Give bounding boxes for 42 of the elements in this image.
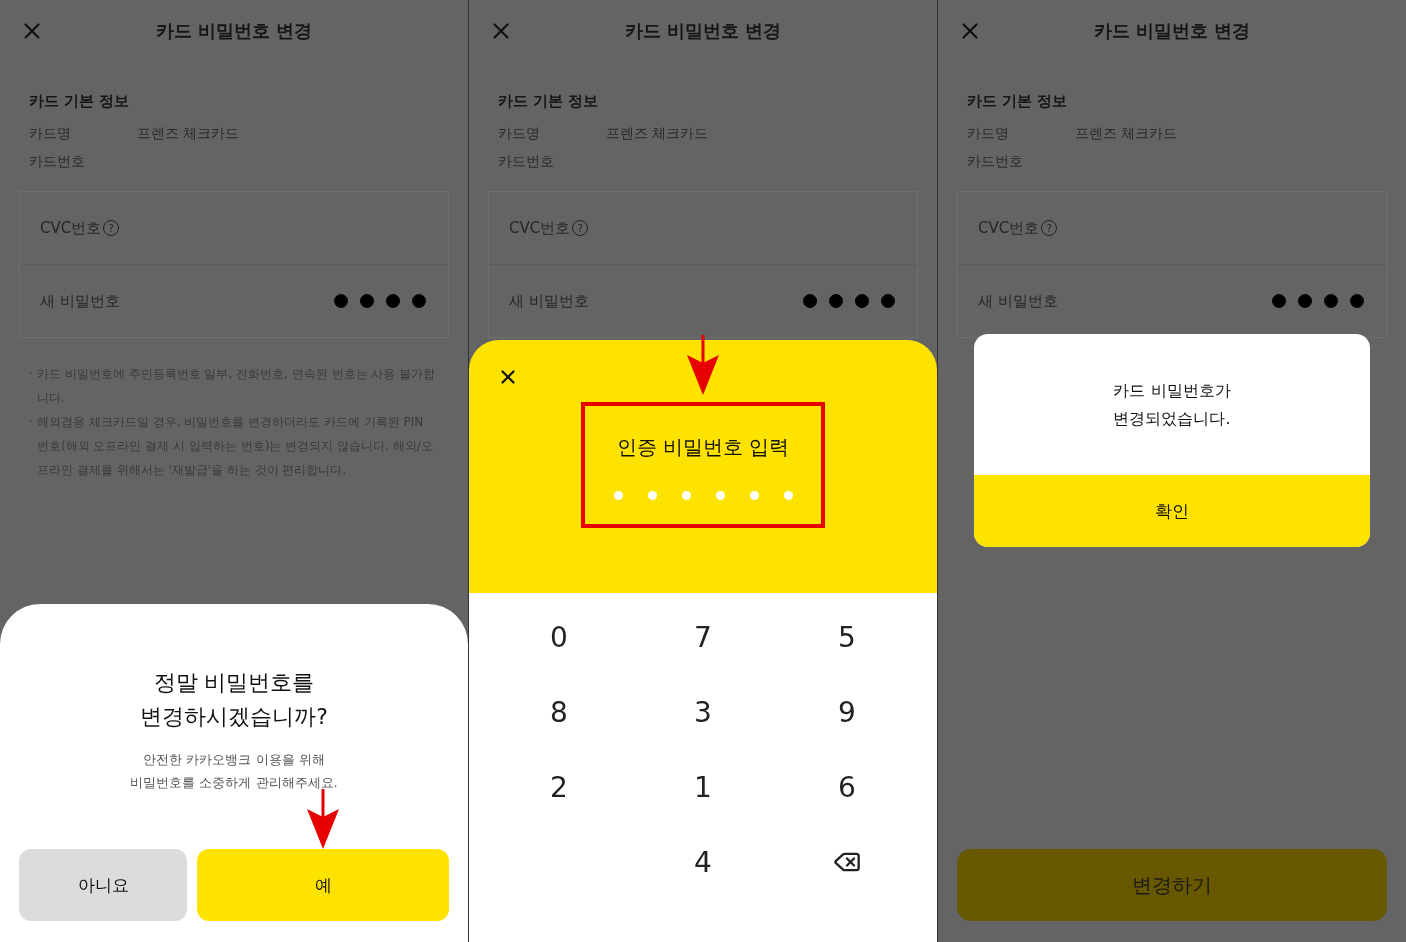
- screen-title: 카드 비밀번호 변경: [155, 19, 313, 43]
- pointer-arrow: [307, 789, 339, 849]
- info-label: 카드명: [967, 125, 1010, 143]
- screen-title: 카드 비밀번호 변경: [1093, 19, 1251, 43]
- bullet-mark: ·: [29, 366, 34, 383]
- new-password-label: 새 비밀번호: [509, 291, 589, 311]
- info-value: 프렌즈 체크카드: [606, 125, 709, 143]
- number-key[interactable]: 1: [658, 757, 748, 817]
- cvc-label: CVC번호: [978, 218, 1040, 238]
- section-title: 카드 기본 정보: [967, 92, 1069, 111]
- section-title: 카드 기본 정보: [498, 92, 600, 111]
- sheet-title: 정말 비밀번호를 변경하시겠습니까?: [140, 669, 328, 731]
- number-key[interactable]: 2: [514, 757, 604, 817]
- new-password-label: 새 비밀번호: [978, 291, 1058, 311]
- number-key[interactable]: 5: [802, 607, 892, 667]
- info-label: 카드번호: [967, 153, 1024, 171]
- info-value: 프렌즈 체크카드: [1075, 125, 1178, 143]
- info-label: 카드명: [498, 125, 541, 143]
- section-title: 카드 기본 정보: [29, 92, 131, 111]
- confirm-button[interactable]: 예: [197, 849, 449, 921]
- cancel-button[interactable]: 아니요: [19, 849, 187, 921]
- number-key[interactable]: 0: [514, 607, 604, 667]
- info-value: 프렌즈 체크카드: [137, 125, 240, 143]
- number-key[interactable]: 3: [658, 682, 748, 742]
- number-key[interactable]: 7: [658, 607, 748, 667]
- pointer-arrow: [687, 335, 719, 395]
- number-key[interactable]: 9: [802, 682, 892, 742]
- dialog-message: 카드 비밀번호가 변경되었습니다.: [1112, 379, 1232, 430]
- info-label: 카드번호: [498, 153, 555, 171]
- number-key[interactable]: 8: [514, 682, 604, 742]
- number-key[interactable]: 6: [802, 757, 892, 817]
- bullet-mark: ·: [29, 414, 34, 431]
- info-label: 카드번호: [29, 153, 86, 171]
- pin-title: 인증 비밀번호 입력: [616, 434, 790, 461]
- cvc-label: CVC번호: [40, 218, 102, 238]
- info-label: 카드명: [29, 125, 72, 143]
- sheet-subtitle: 안전한 카카오뱅크 이용을 위해 비밀번호를 소중하게 관리해주세요.: [130, 751, 338, 792]
- cvc-label: CVC번호: [509, 218, 571, 238]
- new-password-label: 새 비밀번호: [40, 291, 120, 311]
- ok-button[interactable]: 확인: [974, 475, 1370, 547]
- number-key[interactable]: 4: [658, 832, 748, 892]
- screen-title: 카드 비밀번호 변경: [624, 19, 782, 43]
